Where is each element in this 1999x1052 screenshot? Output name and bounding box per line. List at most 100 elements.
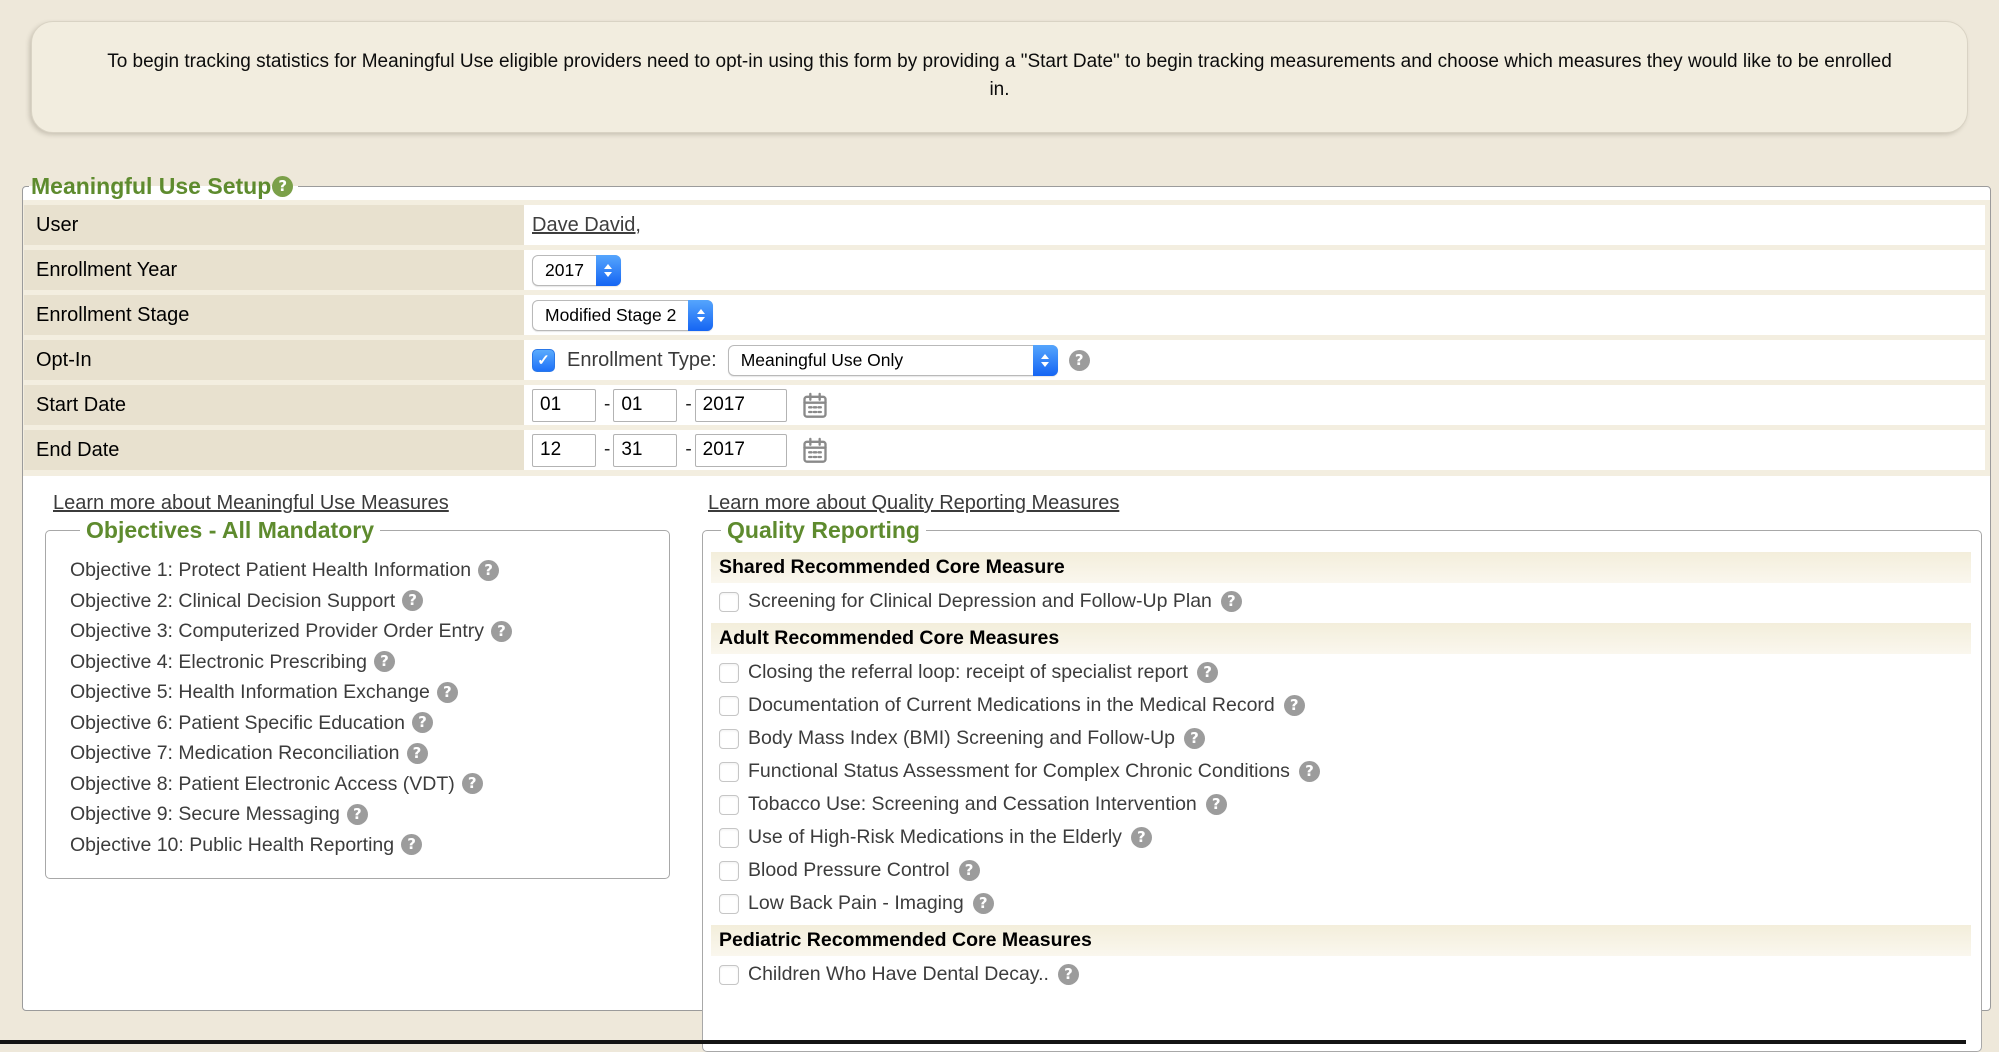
help-icon[interactable]: ? bbox=[973, 893, 994, 914]
section-title: Meaningful Use Setup ? bbox=[29, 173, 298, 200]
learn-more-mu-link[interactable]: Learn more about Meaningful Use Measures bbox=[53, 492, 449, 514]
measure-label: Children Who Have Dental Decay.. bbox=[748, 963, 1049, 986]
measure-item: Blood Pressure Control ? bbox=[711, 854, 1971, 887]
objective-item: Objective 10: Public Health Reporting ? bbox=[70, 830, 659, 861]
end-date-month-input[interactable] bbox=[532, 434, 596, 467]
measure-label: Documentation of Current Medications in … bbox=[748, 694, 1275, 717]
objective-item: Objective 2: Clinical Decision Support ? bbox=[70, 586, 659, 617]
help-icon[interactable]: ? bbox=[401, 834, 422, 855]
help-icon[interactable]: ? bbox=[272, 176, 293, 197]
checkmark-icon: ✓ bbox=[537, 351, 550, 369]
help-icon[interactable]: ? bbox=[491, 621, 512, 642]
objective-label: Objective 2: Clinical Decision Support bbox=[70, 586, 395, 617]
objective-label: Objective 8: Patient Electronic Access (… bbox=[70, 769, 455, 800]
measure-label: Blood Pressure Control bbox=[748, 859, 950, 882]
measure-checkbox[interactable] bbox=[719, 729, 739, 749]
help-icon[interactable]: ? bbox=[1221, 591, 1242, 612]
select-stepper-icon bbox=[1033, 345, 1058, 376]
table-row: Enrollment Year 2017 bbox=[24, 250, 1985, 290]
measure-item: Children Who Have Dental Decay.. ? bbox=[711, 958, 1971, 991]
objective-item: Objective 8: Patient Electronic Access (… bbox=[70, 769, 659, 800]
help-icon[interactable]: ? bbox=[959, 860, 980, 881]
measure-label: Screening for Clinical Depression and Fo… bbox=[748, 590, 1212, 613]
measure-item: Tobacco Use: Screening and Cessation Int… bbox=[711, 788, 1971, 821]
help-icon[interactable]: ? bbox=[407, 743, 428, 764]
objective-label: Objective 3: Computerized Provider Order… bbox=[70, 616, 484, 647]
quality-reporting-section: Quality Reporting Shared Recommended Cor… bbox=[702, 517, 1982, 1052]
measure-item: Closing the referral loop: receipt of sp… bbox=[711, 656, 1971, 689]
help-icon[interactable]: ? bbox=[462, 773, 483, 794]
measure-section-heading: Pediatric Recommended Core Measures bbox=[711, 925, 1971, 956]
measure-checkbox[interactable] bbox=[719, 663, 739, 683]
instruction-banner: To begin tracking statistics for Meaning… bbox=[31, 21, 1968, 133]
measure-checkbox[interactable] bbox=[719, 965, 739, 985]
objective-item: Objective 7: Medication Reconciliation ? bbox=[70, 738, 659, 769]
table-row: End Date - - bbox=[24, 430, 1985, 470]
objective-label: Objective 7: Medication Reconciliation bbox=[70, 738, 400, 769]
help-icon[interactable]: ? bbox=[1069, 350, 1090, 371]
end-date-day-input[interactable] bbox=[613, 434, 677, 467]
table-row: Enrollment Stage Modified Stage 2 bbox=[24, 295, 1985, 335]
help-icon[interactable]: ? bbox=[437, 682, 458, 703]
measure-section-heading: Shared Recommended Core Measure bbox=[711, 552, 1971, 583]
end-date-label: End Date bbox=[24, 430, 524, 470]
help-icon[interactable]: ? bbox=[1058, 964, 1079, 985]
end-date-year-input[interactable] bbox=[695, 434, 787, 467]
instruction-text: To begin tracking statistics for Meaning… bbox=[102, 48, 1897, 104]
start-date-day-input[interactable] bbox=[613, 389, 677, 422]
measure-checkbox[interactable] bbox=[719, 762, 739, 782]
table-row: User Dave David, bbox=[24, 205, 1985, 245]
objective-item: Objective 5: Health Information Exchange… bbox=[70, 677, 659, 708]
help-icon[interactable]: ? bbox=[402, 590, 423, 611]
measure-item: Screening for Clinical Depression and Fo… bbox=[711, 585, 1971, 618]
measure-label: Use of High-Risk Medications in the Elde… bbox=[748, 826, 1122, 849]
enrollment-year-label: Enrollment Year bbox=[24, 250, 524, 290]
opt-in-checkbox[interactable]: ✓ bbox=[532, 349, 555, 372]
select-stepper-icon bbox=[688, 300, 713, 331]
learn-more-qr-link[interactable]: Learn more about Quality Reporting Measu… bbox=[708, 492, 1119, 514]
measure-item: Body Mass Index (BMI) Screening and Foll… bbox=[711, 722, 1971, 755]
objective-item: Objective 4: Electronic Prescribing ? bbox=[70, 647, 659, 678]
help-icon[interactable]: ? bbox=[1184, 728, 1205, 749]
help-icon[interactable]: ? bbox=[1197, 662, 1218, 683]
measure-checkbox[interactable] bbox=[719, 696, 739, 716]
help-icon[interactable]: ? bbox=[1284, 695, 1305, 716]
objectives-section: Objectives - All Mandatory Objective 1: … bbox=[45, 517, 670, 879]
measure-checkbox[interactable] bbox=[719, 894, 739, 914]
enrollment-year-select[interactable]: 2017 bbox=[532, 255, 621, 286]
help-icon[interactable]: ? bbox=[412, 712, 433, 733]
user-link[interactable]: Dave David, bbox=[532, 214, 641, 236]
enrollment-type-select[interactable]: Meaningful Use Only bbox=[728, 345, 1058, 376]
meaningful-use-setup-section: Meaningful Use Setup ? User Dave David, … bbox=[22, 173, 1991, 1011]
measure-label: Body Mass Index (BMI) Screening and Foll… bbox=[748, 727, 1175, 750]
enrollment-stage-label: Enrollment Stage bbox=[24, 295, 524, 335]
table-row: Start Date - - bbox=[24, 385, 1985, 425]
measure-label: Functional Status Assessment for Complex… bbox=[748, 760, 1290, 783]
start-date-month-input[interactable] bbox=[532, 389, 596, 422]
help-icon[interactable]: ? bbox=[478, 560, 499, 581]
help-icon[interactable]: ? bbox=[1206, 794, 1227, 815]
enrollment-stage-select[interactable]: Modified Stage 2 bbox=[532, 300, 713, 331]
measure-checkbox[interactable] bbox=[719, 861, 739, 881]
measure-checkbox[interactable] bbox=[719, 592, 739, 612]
help-icon[interactable]: ? bbox=[347, 804, 368, 825]
measure-label: Tobacco Use: Screening and Cessation Int… bbox=[748, 793, 1197, 816]
measure-section-heading: Adult Recommended Core Measures bbox=[711, 623, 1971, 654]
objective-label: Objective 9: Secure Messaging bbox=[70, 799, 340, 830]
start-date-label: Start Date bbox=[24, 385, 524, 425]
objective-label: Objective 4: Electronic Prescribing bbox=[70, 647, 367, 678]
quality-reporting-title: Quality Reporting bbox=[721, 517, 926, 543]
calendar-icon[interactable] bbox=[801, 391, 829, 419]
enrollment-type-label: Enrollment Type: bbox=[567, 349, 717, 372]
help-icon[interactable]: ? bbox=[1131, 827, 1152, 848]
help-icon[interactable]: ? bbox=[374, 651, 395, 672]
start-date-year-input[interactable] bbox=[695, 389, 787, 422]
measure-checkbox[interactable] bbox=[719, 828, 739, 848]
objective-label: Objective 5: Health Information Exchange bbox=[70, 677, 430, 708]
measure-label: Closing the referral loop: receipt of sp… bbox=[748, 661, 1188, 684]
calendar-icon[interactable] bbox=[801, 436, 829, 464]
opt-in-label: Opt-In bbox=[24, 340, 524, 380]
measure-checkbox[interactable] bbox=[719, 795, 739, 815]
help-icon[interactable]: ? bbox=[1299, 761, 1320, 782]
objective-label: Objective 10: Public Health Reporting bbox=[70, 830, 394, 861]
